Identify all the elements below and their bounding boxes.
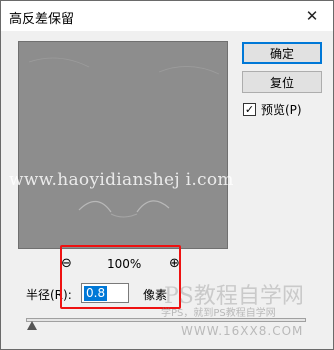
preview-checkbox[interactable]: ✓ [243,103,256,116]
check-icon: ✓ [244,103,255,116]
preview-label: 预览(P) [261,103,302,117]
reset-button[interactable]: 复位 [242,71,322,93]
title-bar: 高反差保留 ✕ [1,1,333,31]
preview-toggle[interactable]: ✓ 预览(P) [243,101,302,118]
brand-url: WWW.16XX8.COM [181,324,304,338]
close-button[interactable]: ✕ [291,1,333,31]
watermark-url: www.haoyidianshej i.com [9,170,234,190]
dialog-title: 高反差保留 [9,12,75,27]
ok-button[interactable]: 确定 [242,42,322,64]
brand-tagline: 学PS，就到PS教程自学网 [161,308,276,319]
radius-slider-thumb[interactable] [27,321,37,330]
preview-texture [28,57,220,218]
annotation-highlight [60,245,181,309]
preview-canvas[interactable] [18,41,228,249]
close-icon: ✕ [305,7,319,25]
high-pass-dialog: 高反差保留 ✕ 确定 复位 ✓ 预览(P) ⊖ 100% ⊕ 半径(R): 0.… [0,0,334,350]
